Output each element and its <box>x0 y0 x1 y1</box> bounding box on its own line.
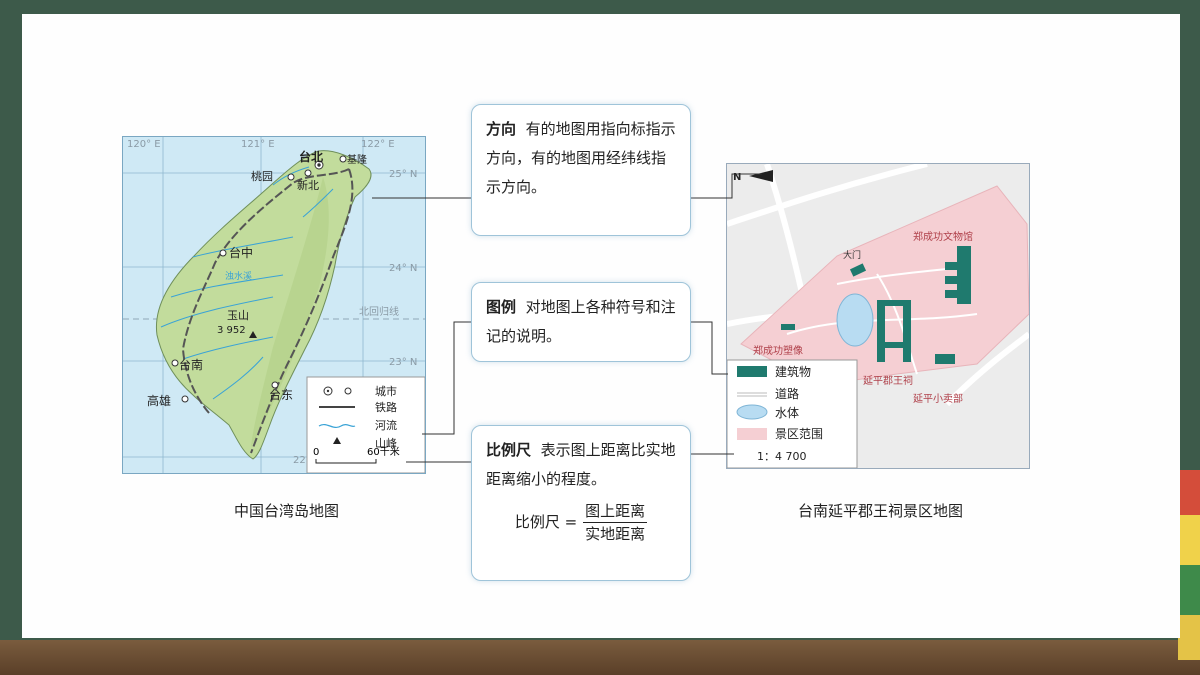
desk-background <box>0 640 1200 675</box>
callout-legend: 图例 对地图上各种符号和注记的说明。 <box>471 282 691 362</box>
callout-scale-title: 比例尺 <box>486 441 532 459</box>
books-decoration <box>1178 470 1200 660</box>
callout-direction: 方向 有的地图用指向标指示方向，有的地图用经纬线指示方向。 <box>471 104 691 236</box>
formula-denominator: 实地距离 <box>585 525 646 543</box>
formula-numerator: 图上距离 <box>583 500 648 523</box>
callout-legend-title: 图例 <box>486 298 517 316</box>
formula-left: 比例尺 = <box>514 513 578 531</box>
callout-direction-title: 方向 <box>486 120 517 138</box>
callout-scale: 比例尺 表示图上距离比实地距离缩小的程度。 比例尺 = 图上距离 实地距离 <box>471 425 691 581</box>
slide: 120° E 121° E 122° E 25° N 24° N 23° N 2… <box>22 14 1180 638</box>
scale-formula: 比例尺 = 图上距离 实地距离 <box>486 500 676 545</box>
